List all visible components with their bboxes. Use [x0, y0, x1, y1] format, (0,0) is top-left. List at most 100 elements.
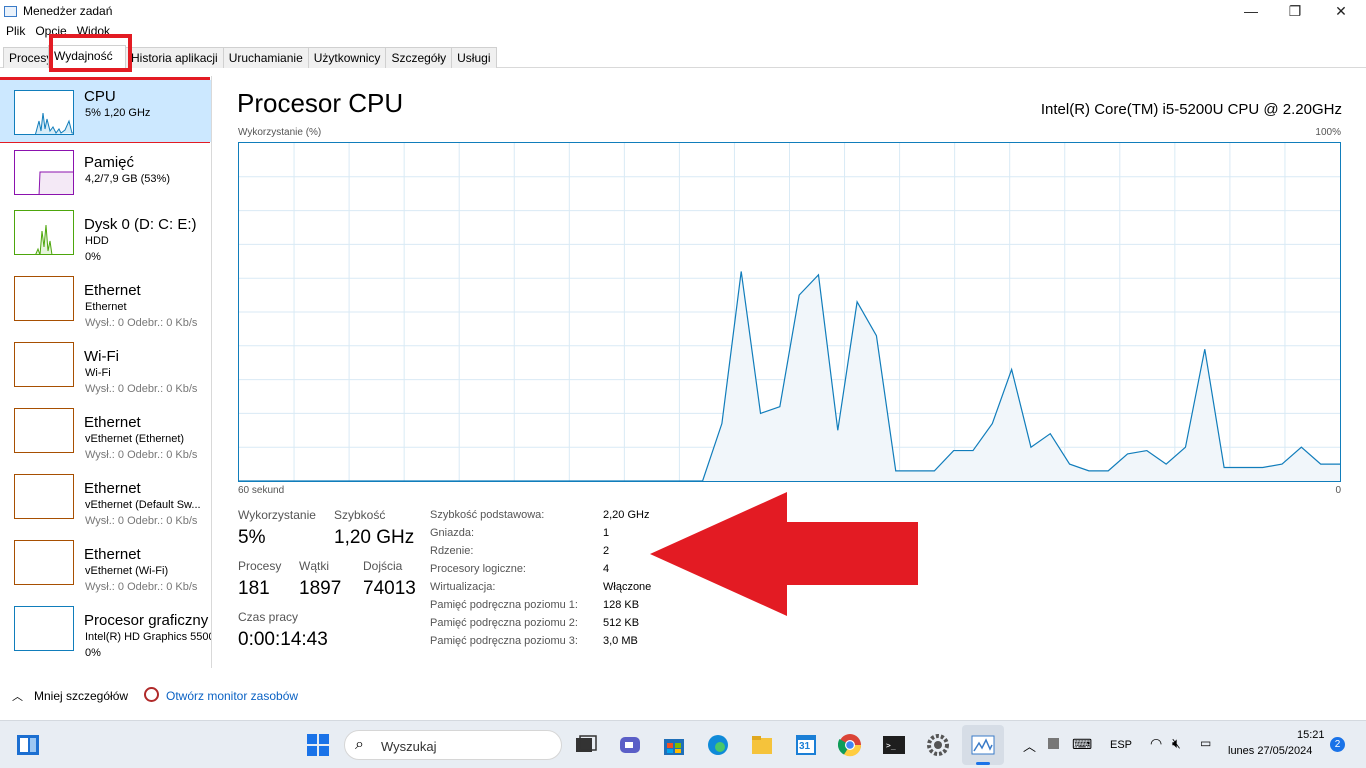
- tab-startup[interactable]: Uruchamianie: [222, 47, 309, 68]
- sidebar-item-sub: Intel(R) HD Graphics 5500: [85, 631, 212, 643]
- clock-time[interactable]: 15:21: [1297, 729, 1325, 741]
- sidebar-item-wifi[interactable]: Wi-Fi Wi-Fi Wysł.: 0 Odebr.: 0 Kb/s: [0, 336, 211, 402]
- sidebar-item-sub2: 0%: [85, 251, 101, 263]
- sidebar-item-cpu[interactable]: CPU 5% 1,20 GHz: [0, 80, 211, 142]
- task-view-icon[interactable]: [574, 733, 598, 757]
- sidebar-item-title: Pamięć: [84, 154, 135, 171]
- keyboard-icon[interactable]: ⌨: [1072, 736, 1092, 753]
- tab-performance[interactable]: Wydajność: [48, 45, 126, 68]
- notification-badge[interactable]: 2: [1330, 737, 1345, 752]
- sidebar-item-sub: HDD: [85, 235, 109, 247]
- usage-label: Wykorzystanie: [238, 508, 316, 522]
- menu-view[interactable]: Widok: [77, 24, 110, 42]
- info-label: Pamięć podręczna poziomu 3:: [430, 635, 578, 647]
- tab-processes[interactable]: Procesy: [3, 47, 49, 68]
- info-value: 512 KB: [603, 617, 640, 629]
- cpu-usage-chart-svg: [239, 143, 1340, 482]
- teams-chat-icon[interactable]: [618, 733, 642, 757]
- less-details-link[interactable]: Mniej szczegółów: [34, 689, 128, 703]
- graph-max-label: 100%: [1315, 127, 1341, 138]
- active-app-indicator: [976, 762, 990, 765]
- info-label: Gniazda:: [430, 527, 475, 539]
- info-value: Włączone: [603, 581, 652, 593]
- info-value: 2: [603, 545, 610, 557]
- tab-app-history[interactable]: Historia aplikacji: [125, 47, 224, 68]
- menu-options[interactable]: Opcje: [35, 24, 66, 42]
- uptime-label: Czas pracy: [238, 610, 299, 624]
- sidebar-item-title: Procesor graficzny: [84, 612, 209, 629]
- tab-services[interactable]: Usługi: [451, 47, 497, 68]
- sidebar-item-title: Ethernet: [84, 282, 141, 299]
- tab-strip: Procesy Wydajność Historia aplikacji Uru…: [3, 45, 497, 68]
- chrome-browser-icon[interactable]: [837, 733, 862, 757]
- threads-label: Wątki: [299, 559, 329, 573]
- maximize-button[interactable]: ❐: [1272, 0, 1318, 22]
- terminal-icon[interactable]: >_: [882, 733, 906, 757]
- tab-details[interactable]: Szczegóły: [385, 47, 453, 68]
- minimize-button[interactable]: —: [1228, 0, 1274, 22]
- calendar-icon[interactable]: 31: [794, 733, 818, 757]
- sidebar-item-title: Dysk 0 (D: C: E:): [84, 216, 197, 233]
- sidebar-item-memory[interactable]: Pamięć 4,2/7,9 GB (53%): [0, 142, 211, 204]
- sidebar-item-sub2: Wysł.: 0 Odebr.: 0 Kb/s: [85, 317, 198, 329]
- edge-browser-icon[interactable]: [706, 733, 730, 757]
- wifi-icon[interactable]: ◠: [1150, 735, 1162, 752]
- tray-app-icon[interactable]: [1048, 738, 1059, 749]
- info-label: Pamięć podręczna poziomu 1:: [430, 599, 578, 611]
- settings-gear-icon[interactable]: [926, 733, 950, 757]
- clock-date[interactable]: lunes 27/05/2024: [1228, 745, 1312, 757]
- page-title: Procesor CPU: [237, 88, 404, 118]
- taskbar-search-box[interactable]: ⌕ Wyszukaj: [344, 730, 562, 760]
- sidebar-item-sub: 5% 1,20 GHz: [85, 107, 151, 119]
- sidebar-item-sub: 4,2/7,9 GB (53%): [85, 173, 170, 185]
- sidebar-item-sub: vEthernet (Wi-Fi): [85, 565, 169, 577]
- handles-value: 74013: [363, 578, 416, 599]
- taskbar: ⌕ Wyszukaj 31 >_ ︿ ⌨ ESP ◠ 🔇︎ ▭ 15:21 lu…: [0, 720, 1366, 768]
- task-manager-taskbar-button[interactable]: [962, 725, 1004, 765]
- memory-thumbnail-graph: [14, 150, 74, 195]
- sidebar-item-sub: Wi-Fi: [85, 367, 111, 379]
- battery-icon[interactable]: ▭: [1200, 736, 1211, 750]
- sidebar-item-vethernet-wifi[interactable]: Ethernet vEthernet (Wi-Fi) Wysł.: 0 Odeb…: [0, 534, 211, 600]
- menu-file[interactable]: Plik: [6, 24, 25, 42]
- volume-muted-icon[interactable]: 🔇︎: [1172, 735, 1181, 752]
- speed-label: Szybkość: [334, 508, 386, 522]
- info-value: 2,20 GHz: [603, 509, 650, 521]
- threads-value: 1897: [299, 578, 342, 599]
- microsoft-store-icon[interactable]: [662, 733, 686, 757]
- info-label: Pamięć podręczna poziomu 2:: [430, 617, 578, 629]
- sidebar-item-vethernet-default-switch[interactable]: Ethernet vEthernet (Default Sw... Wysł.:…: [0, 468, 211, 534]
- footer-bar: ︿ Mniej szczegółów Otwórz monitor zasobó…: [0, 684, 1366, 708]
- sidebar-item-ethernet[interactable]: Ethernet Ethernet Wysł.: 0 Odebr.: 0 Kb/…: [0, 270, 211, 336]
- chevron-up-icon[interactable]: ︿: [12, 688, 23, 704]
- tab-users[interactable]: Użytkownicy: [307, 47, 387, 68]
- sidebar-item-gpu[interactable]: Procesor graficzny Intel(R) HD Graphics …: [0, 600, 211, 666]
- sidebar-item-title: Ethernet: [84, 546, 141, 563]
- sidebar-item-disk[interactable]: Dysk 0 (D: C: E:) HDD 0%: [0, 204, 211, 270]
- sidebar-item-sub: vEthernet (Default Sw...: [85, 499, 201, 511]
- close-button[interactable]: ✕: [1318, 0, 1364, 22]
- sidebar-item-sub: Ethernet: [85, 301, 127, 313]
- sidebar-item-title: CPU: [84, 88, 116, 105]
- widgets-icon[interactable]: [16, 733, 40, 757]
- sidebar-item-title: Wi-Fi: [84, 348, 119, 365]
- resource-monitor-link[interactable]: Otwórz monitor zasobów: [166, 689, 298, 703]
- info-value: 1: [603, 527, 610, 539]
- svg-text:>_: >_: [886, 741, 896, 750]
- chevron-up-icon[interactable]: ︿: [1023, 736, 1036, 755]
- info-label: Rdzenie:: [430, 545, 474, 557]
- file-explorer-icon[interactable]: [750, 733, 774, 757]
- search-placeholder: Wyszukaj: [381, 739, 437, 754]
- search-icon: ⌕: [355, 736, 364, 753]
- processes-value: 181: [238, 578, 270, 599]
- windows-start-icon[interactable]: [306, 733, 330, 757]
- network-thumbnail-graph: [14, 408, 74, 453]
- info-value: 128 KB: [603, 599, 640, 611]
- sidebar-item-title: Ethernet: [84, 414, 141, 431]
- processes-label: Procesy: [238, 559, 282, 573]
- sidebar-item-vethernet[interactable]: Ethernet vEthernet (Ethernet) Wysł.: 0 O…: [0, 402, 211, 468]
- network-thumbnail-graph: [14, 540, 74, 585]
- performance-sidebar: CPU 5% 1,20 GHz Pamięć 4,2/7,9 GB (53%) …: [0, 76, 212, 668]
- input-language[interactable]: ESP: [1110, 739, 1132, 751]
- usage-value: 5%: [238, 527, 266, 548]
